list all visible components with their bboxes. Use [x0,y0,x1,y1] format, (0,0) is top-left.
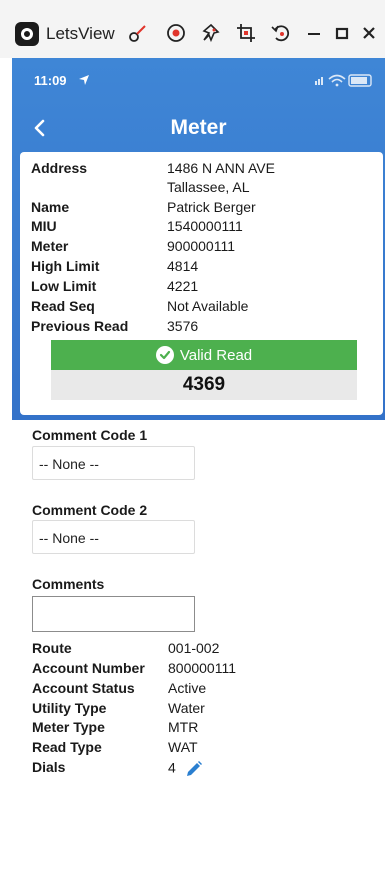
info-label: Name [31,199,70,215]
info-value: 3576 [167,318,199,334]
info-value: Patrick Berger [167,199,256,215]
account-value: 4 [168,759,176,776]
check-circle-icon [155,346,174,364]
account-label: Read Type [32,739,102,755]
account-value: WAT [168,739,198,755]
comment-code-1-label: Comment Code 1 [32,427,148,443]
account-label: Account Status [32,680,135,696]
nav-bar: Meter [12,104,385,150]
account-label: Dials [32,759,66,775]
rotate-icon[interactable] [270,22,292,44]
info-value: 900000111 [167,238,235,254]
read-status-banner: Valid Read [51,340,357,370]
meter-form: Comment Code 1 -- None -- Comment Code 2… [12,420,385,875]
info-label: High Limit [31,258,100,274]
minimize-icon[interactable] [303,22,325,44]
info-value: 1486 N ANN AVE [167,160,275,176]
info-label: Meter [31,238,69,254]
account-label: Route [32,640,72,656]
account-value: MTR [168,719,199,735]
letsview-logo-icon [15,22,39,46]
app-title-bar: LetsView [0,0,385,58]
comment-code-1-select[interactable]: -- None -- [32,446,195,480]
dials-value-wrap: 4 [168,759,204,779]
account-label: Meter Type [32,719,105,735]
info-label: Address [31,160,88,176]
current-read-value[interactable]: 4369 [51,370,357,400]
comments-input[interactable] [32,596,195,632]
info-value: Not Available [167,298,249,314]
page-title: Meter [170,116,227,139]
account-value: 001-002 [168,640,220,656]
pin-icon[interactable] [200,22,222,44]
meter-info-card: Address 1486 N ANN AVE Tallassee, AL Nam… [20,152,383,415]
phone-screen: 11:09 Meter Address 1486 N ANN AVE Talla… [12,58,385,875]
app-title: LetsView [46,24,115,43]
close-icon[interactable] [358,22,380,44]
crop-icon[interactable] [235,22,257,44]
info-label: Previous Read [31,318,129,334]
signal-wifi-battery-icons [315,74,372,87]
maximize-icon[interactable] [331,22,353,44]
account-value: Water [168,700,205,716]
info-value: 4221 [167,278,199,294]
info-label: Read Seq [31,298,95,314]
info-value: 1540000111 [167,218,243,234]
info-value: 4814 [167,258,199,274]
read-status-text: Valid Read [179,346,253,364]
account-label: Utility Type [32,700,107,716]
brush-icon[interactable] [127,22,149,44]
comment-code-2-label: Comment Code 2 [32,502,148,518]
status-time: 11:09 [34,73,67,88]
info-label: MIU [31,218,57,234]
account-value: Active [168,680,207,696]
account-label: Account Number [32,660,145,676]
location-arrow-icon [79,75,89,85]
info-value-line2: Tallassee, AL [167,179,250,195]
record-icon[interactable] [165,22,187,44]
comment-code-2-select[interactable]: -- None -- [32,520,195,554]
info-label: Low Limit [31,278,97,294]
comments-label: Comments [32,576,105,592]
account-value: 800000111 [168,660,236,676]
edit-pencil-icon[interactable] [184,759,204,779]
status-bar: 11:09 [12,58,385,104]
